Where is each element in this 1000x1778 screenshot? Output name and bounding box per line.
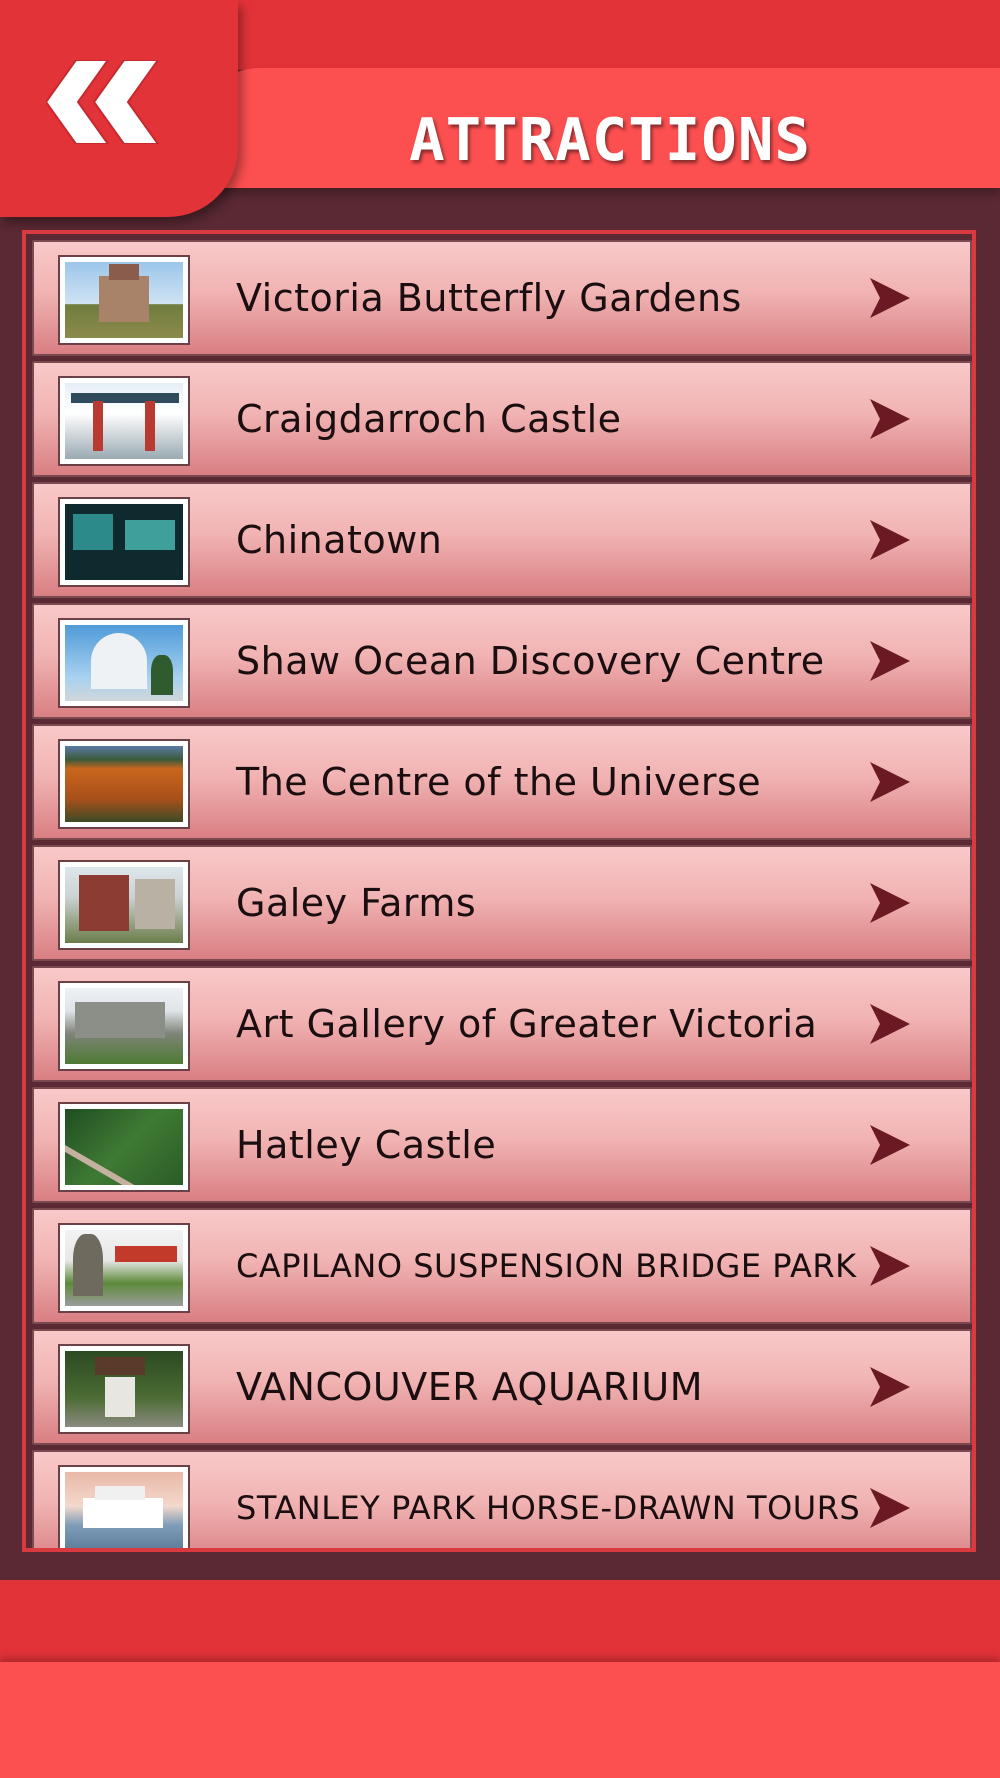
double-chevron-left-icon: [46, 60, 160, 144]
thumbnail-image: [58, 1102, 190, 1192]
list-item[interactable]: Hatley Castle: [32, 1087, 972, 1203]
attraction-name: CAPILANO SUSPENSION BRIDGE PARK: [236, 1247, 857, 1285]
list-item[interactable]: Chinatown: [32, 482, 972, 598]
attraction-name: Victoria Butterfly Gardens: [236, 276, 742, 320]
chevron-right-icon: [870, 1367, 910, 1407]
attractions-list[interactable]: Victoria Butterfly Gardens Craigdarroch …: [22, 230, 976, 1552]
chevron-right-icon: [870, 883, 910, 923]
chevron-right-icon: [870, 399, 910, 439]
attraction-name: VANCOUVER AQUARIUM: [236, 1365, 703, 1409]
list-item[interactable]: The Centre of the Universe: [32, 724, 972, 840]
chevron-right-icon: [870, 641, 910, 681]
chevron-right-icon: [870, 1488, 910, 1528]
footer-bar: [0, 1580, 1000, 1662]
chevron-right-icon: [870, 520, 910, 560]
attraction-name: Chinatown: [236, 518, 443, 562]
list-item[interactable]: Art Gallery of Greater Victoria: [32, 966, 972, 1082]
chevron-right-icon: [870, 1004, 910, 1044]
chevron-right-icon: [870, 1246, 910, 1286]
list-item[interactable]: Shaw Ocean Discovery Centre: [32, 603, 972, 719]
attraction-name: Art Gallery of Greater Victoria: [236, 1002, 818, 1046]
thumbnail-image: [58, 739, 190, 829]
thumbnail-image: [58, 497, 190, 587]
list-item[interactable]: Victoria Butterfly Gardens: [32, 240, 972, 356]
attraction-name: The Centre of the Universe: [236, 760, 762, 804]
thumbnail-image: [58, 981, 190, 1071]
list-item[interactable]: Galey Farms: [32, 845, 972, 961]
attraction-name: Shaw Ocean Discovery Centre: [236, 639, 825, 683]
thumbnail-image: [58, 618, 190, 708]
thumbnail-image: [58, 255, 190, 345]
thumbnail-image: [58, 1223, 190, 1313]
thumbnail-image: [58, 860, 190, 950]
list-item[interactable]: STANLEY PARK HORSE-DRAWN TOURS: [32, 1450, 972, 1548]
attraction-name: Hatley Castle: [236, 1123, 497, 1167]
attraction-name: STANLEY PARK HORSE-DRAWN TOURS: [236, 1489, 861, 1527]
thumbnail-image: [58, 1465, 190, 1548]
chevron-right-icon: [870, 762, 910, 802]
back-button[interactable]: [0, 0, 238, 217]
chevron-right-icon: [870, 278, 910, 318]
footer-panel: [0, 1662, 1000, 1778]
attraction-name: Craigdarroch Castle: [236, 397, 622, 441]
attraction-name: Galey Farms: [236, 881, 477, 925]
thumbnail-image: [58, 376, 190, 466]
thumbnail-image: [58, 1344, 190, 1434]
list-item[interactable]: CAPILANO SUSPENSION BRIDGE PARK: [32, 1208, 972, 1324]
list-item[interactable]: VANCOUVER AQUARIUM: [32, 1329, 972, 1445]
chevron-right-icon: [870, 1125, 910, 1165]
page-title: ATTRACTIONS: [409, 105, 811, 174]
list-item[interactable]: Craigdarroch Castle: [32, 361, 972, 477]
